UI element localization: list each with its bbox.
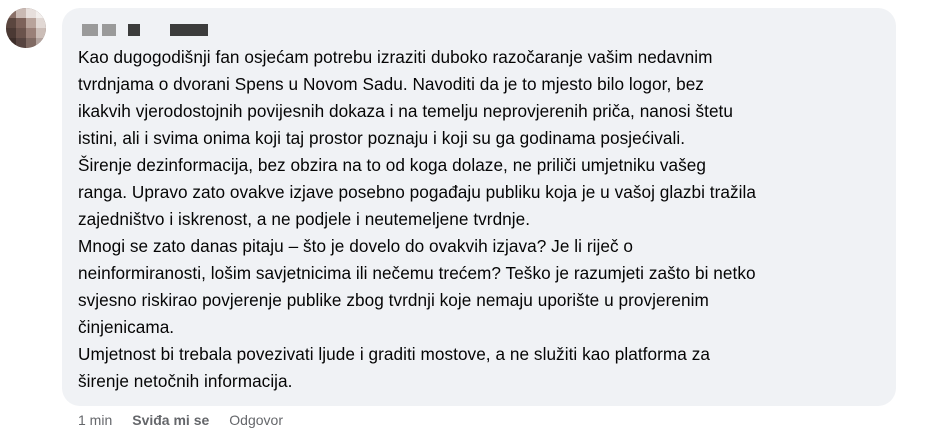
comment-row: Kao dugogodišnji fan osjećam potrebu izr… (0, 0, 940, 435)
avatar[interactable] (6, 8, 46, 48)
reply-button[interactable]: Odgovor (229, 412, 283, 428)
comment-timestamp[interactable]: 1 min (78, 412, 112, 428)
comment-bubble: Kao dugogodišnji fan osjećam potrebu izr… (62, 8, 896, 406)
like-button[interactable]: Sviđa mi se (132, 412, 209, 428)
author-name-redacted[interactable] (78, 20, 880, 40)
comment-actions: 1 min Sviđa mi se Odgovor (78, 410, 283, 430)
comment-text: Kao dugogodišnji fan osjećam potrebu izr… (78, 47, 756, 391)
